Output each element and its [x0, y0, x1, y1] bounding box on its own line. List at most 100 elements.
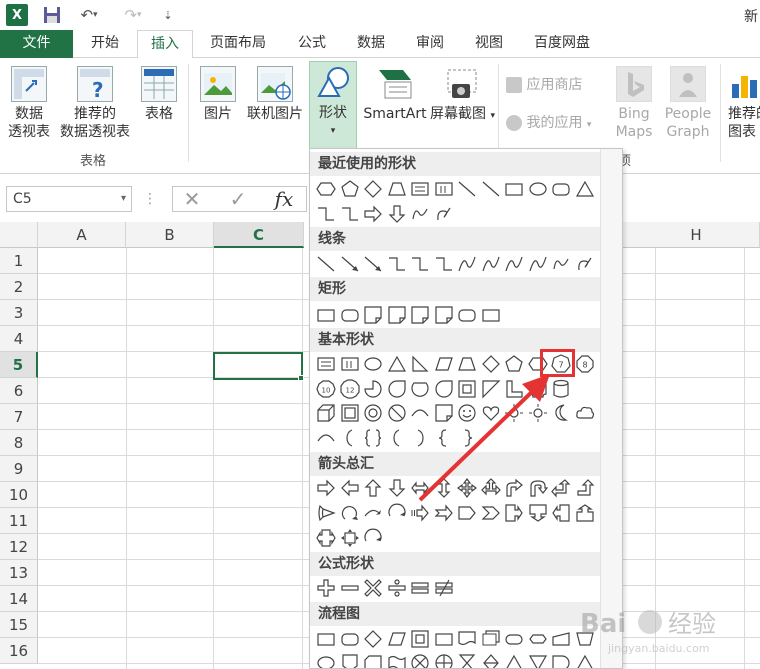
folded-shape-icon[interactable] — [409, 304, 431, 326]
trap-shape-icon[interactable] — [386, 178, 408, 200]
rect-shape-icon[interactable] — [433, 628, 455, 650]
online-picture-button[interactable]: 联机图片 — [244, 66, 306, 123]
frame-shape-icon[interactable] — [409, 628, 431, 650]
minus-shape-icon[interactable] — [339, 577, 361, 599]
column-header-c[interactable]: C — [214, 222, 304, 248]
redo-icon[interactable]: ↷ ▾ — [118, 4, 148, 26]
pivot-table-button[interactable]: 数据 透视表 — [4, 66, 54, 141]
gallery-scrollbar[interactable] — [600, 149, 622, 668]
rrect-shape-icon[interactable] — [339, 304, 361, 326]
row-header[interactable]: 5 — [0, 352, 38, 378]
tab-formulas[interactable]: 公式 — [286, 30, 338, 58]
oval-shape-icon[interactable] — [527, 178, 549, 200]
store-button[interactable]: 应用商店 — [506, 76, 616, 94]
customize-qat-icon[interactable]: ⇣ — [160, 4, 176, 26]
recommended-pivot-button[interactable]: ? 推荐的 数据透视表 — [58, 66, 132, 141]
eq-shape-icon[interactable] — [409, 577, 431, 599]
tab-file[interactable]: 文件 — [0, 30, 73, 58]
collate-shape-icon[interactable] — [456, 652, 478, 668]
sumj-shape-icon[interactable] — [409, 652, 431, 668]
text-shape-icon[interactable] — [315, 353, 337, 375]
row-header[interactable]: 9 — [0, 456, 38, 482]
tab-baidu-netdisk[interactable]: 百度网盘 — [522, 30, 602, 58]
larrow-shape-icon[interactable] — [339, 477, 361, 499]
uarrow-shape-icon[interactable] — [362, 477, 384, 499]
screenshot-button[interactable]: 屏幕截图 ▾ — [430, 66, 495, 125]
tear-shape-icon[interactable] — [386, 378, 408, 400]
curve-shape-icon[interactable] — [456, 253, 478, 275]
elbow-shape-icon[interactable] — [409, 253, 431, 275]
rrect-shape-icon[interactable] — [550, 178, 572, 200]
extract-shape-icon[interactable] — [503, 652, 525, 668]
card-shape-icon[interactable] — [362, 652, 384, 668]
oval-shape-icon[interactable] — [315, 652, 337, 668]
free-shape-icon[interactable] — [550, 253, 572, 275]
wave-shape-icon[interactable] — [386, 652, 408, 668]
arrowline-shape-icon[interactable] — [339, 253, 361, 275]
text-shape-icon[interactable] — [409, 178, 431, 200]
fill-handle[interactable] — [298, 375, 304, 381]
dia-shape-icon[interactable] — [362, 628, 384, 650]
dodec12-shape-icon[interactable]: 12 — [339, 378, 361, 400]
sort-shape-icon[interactable] — [480, 652, 502, 668]
buArrow-shape-icon[interactable] — [574, 477, 596, 499]
undo-icon[interactable]: ↶ ▾ — [74, 4, 104, 26]
row-header[interactable]: 13 — [0, 560, 38, 586]
elbow-shape-icon[interactable] — [386, 253, 408, 275]
div-shape-icon[interactable] — [386, 577, 408, 599]
arrowline-shape-icon[interactable] — [362, 253, 384, 275]
column-header-h[interactable]: H — [623, 222, 760, 248]
free-shape-icon[interactable] — [409, 203, 431, 225]
tab-review[interactable]: 审阅 — [404, 30, 456, 58]
picture-button[interactable]: 图片 — [196, 66, 240, 123]
folded-shape-icon[interactable] — [433, 304, 455, 326]
rarrow-shape-icon[interactable] — [315, 477, 337, 499]
dbrace-shape-icon[interactable] — [362, 427, 384, 449]
para-shape-icon[interactable] — [386, 628, 408, 650]
elbow-shape-icon[interactable] — [433, 253, 455, 275]
mult-shape-icon[interactable] — [362, 577, 384, 599]
lbrk-shape-icon[interactable] — [386, 427, 408, 449]
vtext-shape-icon[interactable] — [339, 353, 361, 375]
offpage-shape-icon[interactable] — [339, 652, 361, 668]
lbrk-shape-icon[interactable] — [339, 427, 361, 449]
dia-shape-icon[interactable] — [362, 178, 384, 200]
save-icon[interactable] — [40, 4, 64, 26]
row-header[interactable]: 15 — [0, 612, 38, 638]
folded-shape-icon[interactable] — [362, 304, 384, 326]
delay-shape-icon[interactable] — [550, 652, 572, 668]
hex-shape-icon[interactable] — [315, 178, 337, 200]
row-header[interactable]: 16 — [0, 638, 38, 664]
row-header[interactable]: 1 — [0, 248, 38, 274]
rect-shape-icon[interactable] — [480, 304, 502, 326]
line-shape-icon[interactable] — [315, 253, 337, 275]
column-header-b[interactable]: B — [126, 222, 214, 248]
row-header[interactable]: 12 — [0, 534, 38, 560]
circArrow-shape-icon[interactable] — [386, 502, 408, 524]
row-header[interactable]: 7 — [0, 404, 38, 430]
curvedUp-shape-icon[interactable] — [362, 502, 384, 524]
doc-shape-icon[interactable] — [456, 628, 478, 650]
row-header[interactable]: 10 — [0, 482, 38, 508]
shapes-button[interactable]: 形状 ▾ — [309, 61, 357, 149]
multidoc-shape-icon[interactable] — [480, 628, 502, 650]
manin-shape-icon[interactable] — [550, 628, 572, 650]
neq-shape-icon[interactable] — [433, 577, 455, 599]
tab-data[interactable]: 数据 — [345, 30, 397, 58]
circArrow-shape-icon[interactable] — [362, 527, 384, 549]
oval-shape-icon[interactable] — [362, 353, 384, 375]
bing-maps-button[interactable]: Bing Maps — [610, 66, 658, 141]
name-box[interactable]: C5 ▾ — [6, 186, 132, 212]
curvedR-shape-icon[interactable] — [315, 502, 337, 524]
arc-shape-icon[interactable] — [315, 427, 337, 449]
prep-shape-icon[interactable] — [527, 628, 549, 650]
quadcallout-shape-icon[interactable] — [339, 527, 361, 549]
pie-shape-icon[interactable] — [362, 378, 384, 400]
column-header-a[interactable]: A — [38, 222, 126, 248]
rect-shape-icon[interactable] — [315, 628, 337, 650]
oct8-shape-icon[interactable]: 8 — [574, 353, 596, 375]
people-graph-button[interactable]: People Graph — [660, 66, 716, 141]
circleArrowCW-shape-icon[interactable] — [339, 502, 361, 524]
row-header[interactable]: 2 — [0, 274, 38, 300]
folded-shape-icon[interactable] — [386, 304, 408, 326]
